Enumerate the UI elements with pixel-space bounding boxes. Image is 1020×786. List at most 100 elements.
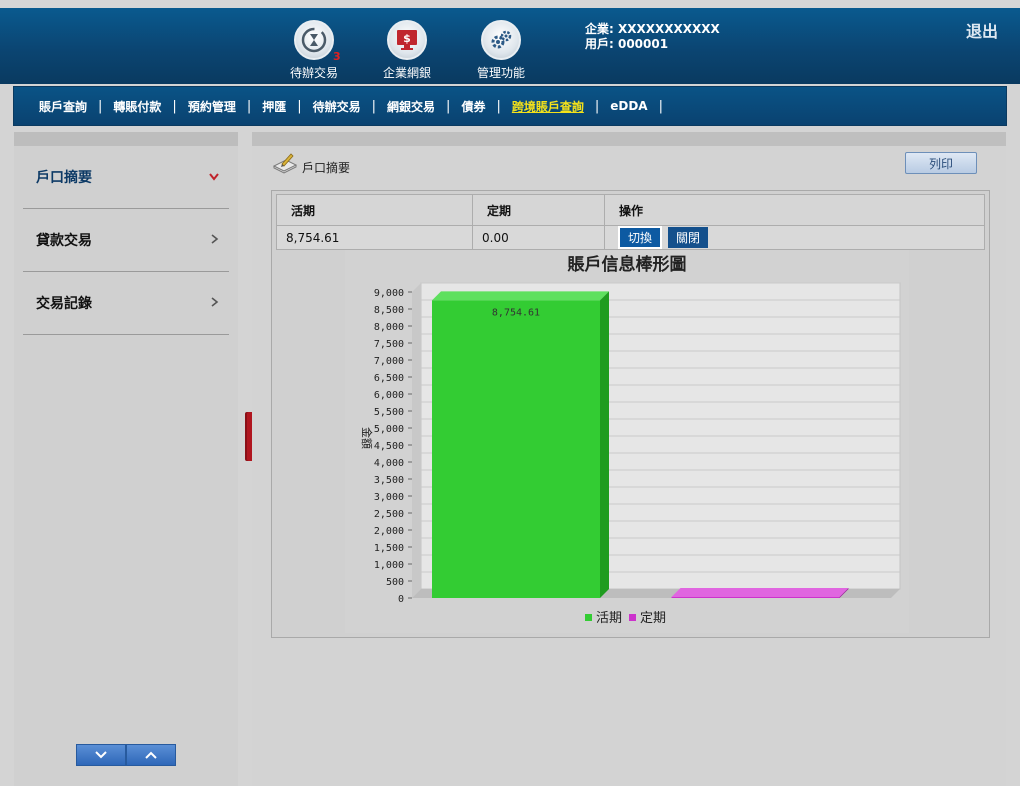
pending-transactions-label[interactable]: 待辦交易	[269, 64, 359, 81]
y-tick-label: 7,000	[374, 356, 404, 367]
sidebar-item-label: 貸款交易	[36, 233, 92, 249]
y-tick-label: 5,500	[374, 407, 404, 418]
nav-separator: |	[658, 98, 663, 114]
y-tick-label: 500	[386, 577, 404, 588]
bar-side	[600, 291, 609, 598]
time-deposit-cell: 0.00	[472, 225, 605, 250]
nav-separator: |	[297, 98, 302, 114]
column-header: 活期	[276, 194, 473, 226]
nav-separator: |	[496, 98, 501, 114]
legend-swatch	[629, 614, 636, 621]
y-tick-label: 1,000	[374, 560, 404, 571]
chevron-up-icon	[145, 751, 157, 759]
sidebar-item-account-summary[interactable]: 戶口摘要	[23, 146, 229, 209]
y-tick-label: 8,500	[374, 305, 404, 316]
nav-cross-border[interactable]: 跨境賬戶查詢	[512, 98, 584, 115]
nav-bills[interactable]: 押匯	[262, 98, 286, 115]
sidebar-item-label: 交易記錄	[36, 296, 92, 312]
column-header: 操作	[604, 194, 985, 226]
nav-transfer-payment[interactable]: 轉賬付款	[113, 98, 161, 115]
close-button[interactable]: 關閉	[668, 227, 709, 248]
monitor-dollar-icon[interactable]: $	[387, 20, 427, 60]
nav-scheduled[interactable]: 預約管理	[188, 98, 236, 115]
legend-label: 定期	[640, 611, 666, 626]
svg-text:$: $	[403, 32, 411, 45]
y-tick-label: 7,500	[374, 339, 404, 350]
nav-pending[interactable]: 待辦交易	[313, 98, 361, 115]
print-button[interactable]: 列印	[905, 152, 977, 174]
y-tick-label: 6,000	[374, 390, 404, 401]
account-summary-panel: 活期 定期 操作 8,754.61 0.00 切換 關閉 賬戶信息棒形圖 0 500 1…	[271, 190, 990, 638]
nav-bonds[interactable]: 債券	[461, 98, 485, 115]
header-bar: 待辦交易 3 $ 企業網銀 管理功能 企業: XXXXXXXXXXX 用戶: 0…	[0, 8, 1020, 84]
nav-online-trans[interactable]: 網銀交易	[387, 98, 435, 115]
bar-top	[671, 588, 849, 597]
data-label: 8,754.61	[492, 307, 540, 318]
sidebar-header	[14, 132, 238, 146]
main-content: 戶口摘要 列印 活期 定期 操作 8,754.61 0.00 切換 關閉 賬戶信息…	[252, 132, 1006, 786]
table-row: 8,754.61 0.00 切換 關閉	[276, 225, 985, 250]
bar	[671, 597, 840, 598]
sidebar-item-label: 戶口摘要	[36, 170, 92, 186]
y-tick-label: 3,000	[374, 492, 404, 503]
nav-account-inquiry[interactable]: 賬戶查詢	[39, 98, 87, 115]
y-tick-label: 8,000	[374, 322, 404, 333]
switch-button[interactable]: 切換	[618, 226, 663, 249]
legend-label: 活期	[596, 611, 622, 626]
bar	[432, 300, 600, 598]
bar-top	[432, 291, 609, 301]
corporate-banking-label[interactable]: 企業網銀	[362, 64, 452, 81]
table-header-row: 活期 定期 操作	[276, 194, 985, 226]
gears-icon[interactable]	[481, 20, 521, 60]
chevron-down-icon	[209, 169, 219, 185]
hourglass-icon[interactable]	[294, 20, 334, 60]
chevron-right-icon	[211, 295, 219, 311]
management-label[interactable]: 管理功能	[456, 64, 546, 81]
actions-cell: 切換 關閉	[604, 225, 985, 250]
sidebar-item-transactions[interactable]: 交易記錄	[23, 272, 229, 335]
scroll-down-button[interactable]	[76, 744, 126, 766]
y-tick-label: 4,500	[374, 441, 404, 452]
nav-separator: |	[594, 98, 600, 114]
nav-separator: |	[371, 98, 377, 114]
y-tick-label: 4,000	[374, 458, 404, 469]
user-line: 用戶: 000001	[585, 37, 669, 51]
y-tick-label: 2,500	[374, 509, 404, 520]
account-table: 活期 定期 操作 8,754.61 0.00 切換 關閉	[276, 194, 985, 250]
column-header: 定期	[472, 194, 605, 226]
sidebar-scroll-buttons	[76, 744, 176, 766]
company-line: 企業: XXXXXXXXXXX	[585, 22, 720, 36]
document-edit-icon	[272, 153, 298, 174]
top-strip	[0, 0, 1020, 8]
nav-separator: |	[172, 98, 177, 114]
y-tick-label: 5,000	[374, 424, 404, 435]
y-tick-label: 9,000	[374, 288, 404, 299]
y-axis-label: 金額	[360, 427, 374, 449]
main-header	[252, 132, 1006, 146]
nav-separator: |	[246, 98, 252, 114]
y-tick-label: 3,500	[374, 475, 404, 486]
sidebar-item-loans[interactable]: 貸款交易	[23, 209, 229, 272]
bar-chart: 賬戶信息棒形圖 0 500 1,000 1,500 2,000 2,500 3,000 3,50…	[360, 254, 901, 626]
y-tick-label: 6,500	[374, 373, 404, 384]
nav-separator: |	[98, 98, 103, 114]
page-title: 戶口摘要	[272, 152, 351, 175]
pending-count-badge: 3	[333, 50, 341, 63]
legend-swatch	[585, 614, 592, 621]
page-title-text: 戶口摘要	[302, 161, 351, 175]
chart-title: 賬戶信息棒形圖	[568, 254, 687, 275]
nav-separator: |	[446, 98, 451, 114]
scroll-up-button[interactable]	[126, 744, 176, 766]
y-tick-label: 0	[398, 594, 404, 605]
chevron-right-icon	[211, 232, 219, 248]
main-nav: 賬戶查詢 | 轉賬付款 | 預約管理 | 押匯 | 待辦交易 | 網銀交易 | …	[13, 86, 1007, 126]
nav-edda[interactable]: eDDA	[610, 99, 647, 113]
sidebar: 戶口摘要 貸款交易 交易記錄	[14, 132, 238, 786]
y-tick-label: 2,000	[374, 526, 404, 537]
plot-side-wall	[412, 283, 421, 598]
y-tick-label: 1,500	[374, 543, 404, 554]
logout-button[interactable]: 退出	[966, 18, 998, 42]
demand-balance-cell: 8,754.61	[276, 225, 473, 250]
chevron-down-icon	[95, 751, 107, 759]
chart-area: 賬戶信息棒形圖 0 500 1,000 1,500 2,000 2,500 3,000 3,50…	[345, 250, 909, 633]
